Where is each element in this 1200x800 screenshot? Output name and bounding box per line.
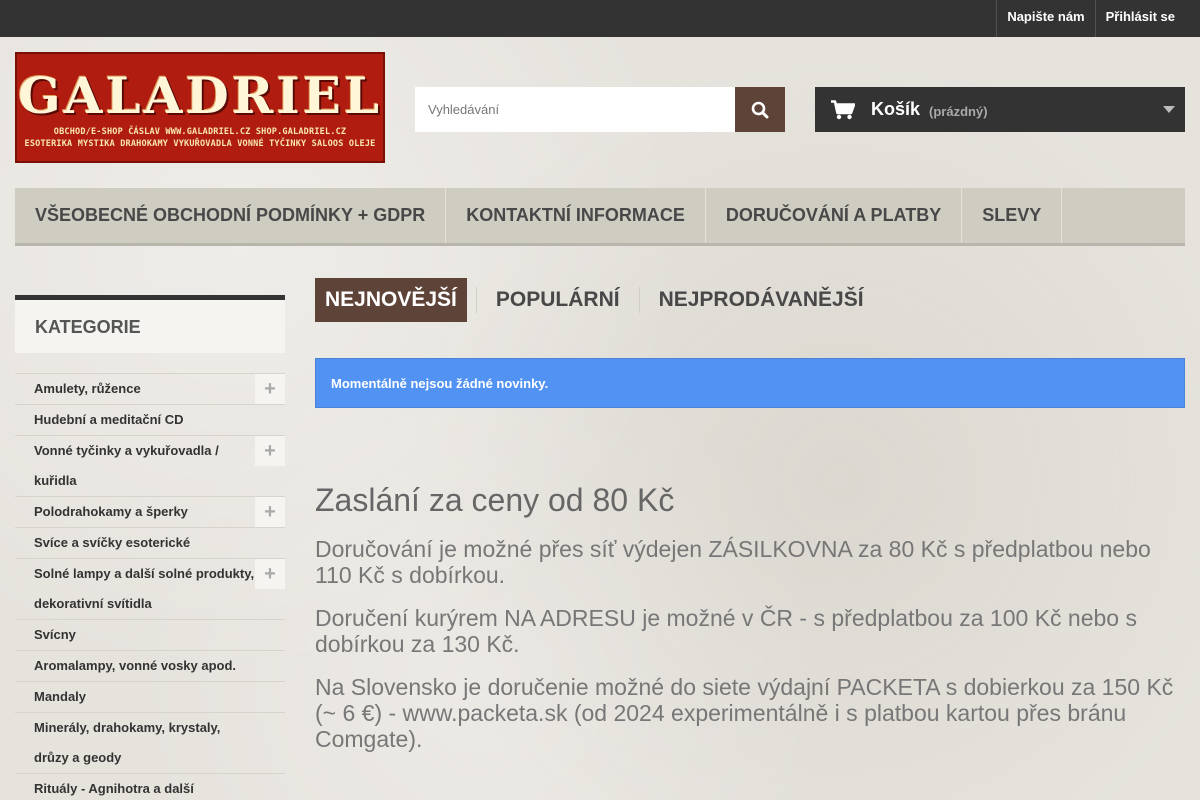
- logo-tagline-2: ESOTERIKA MYSTIKA DRAHOKAMY VYKUŘOVADLA …: [24, 138, 376, 149]
- cart-icon: [831, 99, 855, 119]
- search-button[interactable]: [735, 87, 785, 132]
- category-label: Svícny: [34, 627, 76, 642]
- top-bar: Napište nám Přihlásit se: [0, 0, 1200, 37]
- no-news-alert: Momentálně nejsou žádné novinky.: [315, 358, 1185, 408]
- site-logo[interactable]: GALADRIEL OBCHOD/E-SHOP ČÁSLAV WWW.GALAD…: [15, 52, 385, 163]
- search-input[interactable]: [415, 87, 735, 132]
- logo-tagline-1: OBCHOD/E-SHOP ČÁSLAV WWW.GALADRIEL.CZ SH…: [53, 126, 347, 137]
- top-links: Napište nám Přihlásit se: [996, 0, 1185, 37]
- category-item[interactable]: Solné lampy a další solné produkty, deko…: [15, 558, 285, 619]
- tab-divider: [638, 287, 640, 313]
- login-link[interactable]: Přihlásit se: [1094, 0, 1185, 37]
- menu-item-delivery[interactable]: DORUČOVÁNÍ A PLATBY: [706, 188, 963, 243]
- tab-divider: [475, 287, 477, 313]
- category-item[interactable]: Amulety, růžence +: [15, 373, 285, 404]
- category-label: Rituály - Agnihotra a další: [34, 781, 194, 796]
- main-menu: VŠEOBECNÉ OBCHODNÍ PODMÍNKY + GDPR KONTA…: [15, 188, 1185, 246]
- category-list: Amulety, růžence + Hudební a meditační CD V…: [15, 373, 285, 800]
- category-item[interactable]: Mandaly: [15, 681, 285, 712]
- category-item[interactable]: Vonné tyčinky a vykuřovadla / kuřidla +: [15, 435, 285, 496]
- category-label: Minerály, drahokamy, krystaly, drůzy a g…: [34, 720, 221, 765]
- logo-wordmark: GALADRIEL: [17, 65, 382, 125]
- expand-plus-icon[interactable]: +: [255, 436, 285, 466]
- shipping-paragraph: Doručení kurýrem NA ADRESU je možné v ČR…: [315, 605, 1137, 657]
- cart-status: (prázdný): [929, 103, 988, 119]
- shipping-heading: Zaslání za ceny od 80 Kč: [315, 482, 675, 518]
- category-item[interactable]: Svíce a svíčky esoterické: [15, 527, 285, 558]
- category-item[interactable]: Minerály, drahokamy, krystaly, drůzy a g…: [15, 712, 285, 773]
- menu-item-discounts[interactable]: SLEVY: [962, 188, 1063, 243]
- tab-popular[interactable]: POPULÁRNÍ: [486, 278, 630, 322]
- category-label: Svíce a svíčky esoterické: [34, 535, 191, 550]
- shipping-info: Zaslání za ceny od 80 Kč Doručování je m…: [315, 482, 1185, 769]
- search-icon: [751, 101, 769, 118]
- category-label: Aromalampy, vonné vosky apod.: [34, 658, 237, 673]
- tab-newest[interactable]: NEJNOVĚJŠÍ: [315, 278, 467, 322]
- expand-plus-icon[interactable]: +: [255, 374, 285, 404]
- category-label: Solné lampy a další solné produkty, deko…: [34, 566, 255, 611]
- tab-bestsellers[interactable]: NEJPRODÁVANĚJŠÍ: [649, 278, 874, 322]
- category-item[interactable]: Polodrahokamy a šperky +: [15, 496, 285, 527]
- category-label: Vonné tyčinky a vykuřovadla / kuřidla: [34, 443, 219, 488]
- category-item[interactable]: Rituály - Agnihotra a další: [15, 773, 285, 800]
- shipping-paragraph: Na Slovensko je doručenie možné do siete…: [315, 674, 1174, 752]
- category-item[interactable]: Svícny: [15, 619, 285, 650]
- cart-title: Košík: [871, 99, 921, 119]
- category-label: Amulety, růžence: [34, 381, 141, 396]
- expand-plus-icon[interactable]: +: [255, 559, 285, 589]
- cart-block[interactable]: Košík (prázdný): [815, 87, 1185, 132]
- category-label: Mandaly: [34, 689, 87, 704]
- shipping-paragraph: Doručování je možné přes síť výdejen ZÁS…: [315, 536, 1151, 588]
- expand-plus-icon[interactable]: +: [255, 497, 285, 527]
- category-label: Hudební a meditační CD: [34, 412, 184, 427]
- menu-item-contact[interactable]: KONTAKTNÍ INFORMACE: [446, 188, 706, 243]
- category-item[interactable]: Aromalampy, vonné vosky apod.: [15, 650, 285, 681]
- product-tabs: NEJNOVĚJŠÍ POPULÁRNÍ NEJPRODÁVANĚJŠÍ: [315, 278, 874, 322]
- contact-link[interactable]: Napište nám: [996, 0, 1094, 37]
- category-item[interactable]: Hudební a meditační CD: [15, 404, 285, 435]
- categories-heading: KATEGORIE: [15, 295, 285, 353]
- menu-item-terms[interactable]: VŠEOBECNÉ OBCHODNÍ PODMÍNKY + GDPR: [15, 188, 447, 243]
- chevron-down-icon[interactable]: [1163, 104, 1175, 114]
- search-bar: [415, 87, 785, 132]
- category-label: Polodrahokamy a šperky: [34, 504, 188, 519]
